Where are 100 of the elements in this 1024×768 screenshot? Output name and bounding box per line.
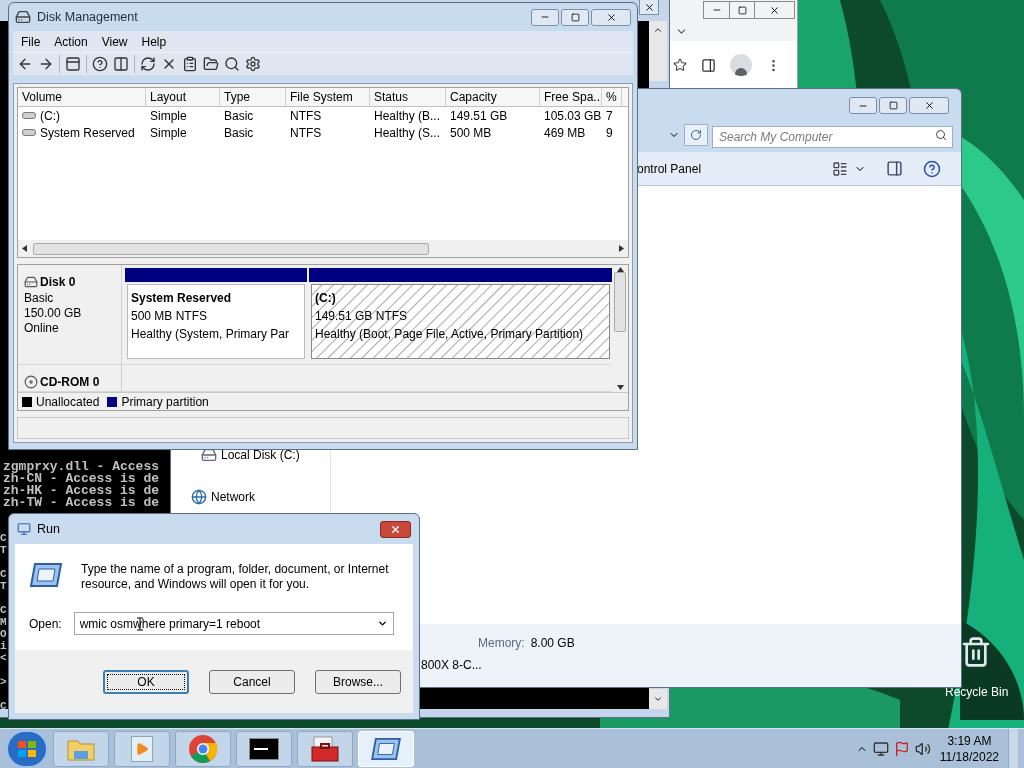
start-button[interactable] [6,729,48,768]
horizontal-scrollbar[interactable] [18,240,628,257]
column-header[interactable]: Status [370,88,446,106]
table-cell-text: 105.03 GB [544,107,602,125]
command-field[interactable]: wmic osmwhere primary=1 reboot [73,612,394,635]
table-cell-text: 469 MB [544,124,586,142]
console-line: T [0,580,7,592]
taskbar-button[interactable] [297,730,353,767]
clock[interactable]: 3:19 AM 11/18/2022 [935,732,1003,765]
table-cell-text: (C:) [40,107,60,125]
nav-item[interactable]: Local Disk (C:) [201,446,300,464]
menu-item[interactable]: File [15,32,47,51]
table-cell-text: System Reserved [40,124,135,142]
scroll-down-icon[interactable] [616,385,624,390]
maximize-button[interactable] [879,97,907,114]
minimize-button[interactable] [531,8,559,26]
drive-icon [22,129,36,136]
minimize-button[interactable] [849,97,877,114]
refresh-icon [690,129,702,141]
dialog-button[interactable]: OK [103,669,189,694]
disk-info: Basic [24,291,54,306]
column-header[interactable]: Capacity [446,88,540,106]
menu-item[interactable]: Action [48,32,94,51]
refresh-icon[interactable] [140,56,156,73]
taskbar-button[interactable] [236,730,292,767]
volume-icon[interactable] [914,740,931,757]
scroll-up-icon [653,25,663,35]
folder-icon[interactable] [203,56,219,73]
scrollbar[interactable] [649,21,667,81]
dialog-button[interactable]: Browse... [315,669,401,694]
profile-icon[interactable] [730,54,752,76]
action-center-icon[interactable] [893,740,910,757]
preview-pane-icon[interactable] [886,160,903,177]
open-label: Open: [29,615,62,633]
disk-name: Disk 0 [40,274,76,291]
network-icon [191,489,207,505]
table-cell-text: Healthy (B... [374,107,441,125]
network-icon[interactable] [872,740,889,757]
settings-icon[interactable] [245,56,261,73]
menu-item[interactable]: Help [135,32,173,51]
maximize-button[interactable] [561,8,589,26]
disk-name: CD-ROM 0 [40,374,100,391]
column-header[interactable]: File System [286,88,370,106]
menu-item[interactable]: View [95,32,134,51]
bookmark-icon[interactable] [673,58,687,72]
disk-info: 150.00 GB [24,306,82,321]
console-line: C [0,604,7,616]
toolbar-label[interactable]: ontrol Panel [637,159,702,178]
column-header[interactable]: Volume [18,88,146,106]
legend-label: Unallocated [36,393,100,411]
close-button[interactable] [639,0,659,15]
detail-label: Memory: [478,635,525,652]
side-panel-icon[interactable] [701,57,716,73]
four-pane-icon [17,739,37,758]
console-line: C [0,532,7,544]
scroll-right-icon[interactable] [619,245,624,252]
close-icon [643,1,655,13]
search-icon[interactable] [224,56,240,73]
disc-icon [24,375,38,389]
column-header[interactable]: % [602,88,622,106]
nav-item[interactable]: Network [191,488,255,506]
media-player-icon [131,735,153,762]
table-cell-text: Basic [224,107,254,125]
partition-size: 500 MB NTFS [131,308,208,325]
refresh-button[interactable] [684,124,708,146]
instructions-text: Type the name of a program, folder, document, or Internet resource, and Windows will open it for you. [81,562,390,592]
panel-icon[interactable] [65,56,81,73]
window-title: Disk Management [37,8,138,26]
table-cell-text: 9 [606,124,613,142]
console-line: T [0,544,7,556]
maximize-icon [737,5,747,15]
legend-label: Primary partition [121,393,209,411]
processor-text: 800X 8-C... [421,657,482,674]
dialog-button[interactable]: Cancel [209,669,295,694]
desktop-icon-label[interactable]: Recycle Bin [945,683,1009,701]
close-icon [769,4,780,16]
panel-icon[interactable] [113,56,129,73]
disk-info: Online [24,321,59,336]
dropdown-icon[interactable] [376,618,388,629]
scroll-left-icon[interactable] [22,245,27,252]
console-line: i [0,640,7,652]
column-header[interactable]: Layout [146,88,220,106]
console-line: C [0,700,7,709]
close-icon [923,100,935,111]
toolbox-icon [310,734,340,763]
properties-icon[interactable] [182,56,198,73]
column-header[interactable]: Type [220,88,286,106]
search-icon[interactable] [935,129,947,141]
view-options-icon[interactable] [832,160,848,177]
column-header[interactable]: Free Spa... [540,88,602,106]
maximize-icon [888,101,898,110]
help-icon[interactable] [92,56,108,73]
close-button[interactable] [380,520,411,538]
partition-status: Healthy (Boot, Page File, Active, Primary Partition) [315,326,584,343]
detail-value: 8.00 GB [530,635,575,652]
vertical-scrollbar[interactable] [612,265,628,392]
table-cell-text: 500 MB [450,124,492,142]
help-icon[interactable] [923,159,941,178]
console-line: zgmprxy.dll - Access [3,461,160,473]
search-field[interactable]: Search My Computer [712,126,953,148]
